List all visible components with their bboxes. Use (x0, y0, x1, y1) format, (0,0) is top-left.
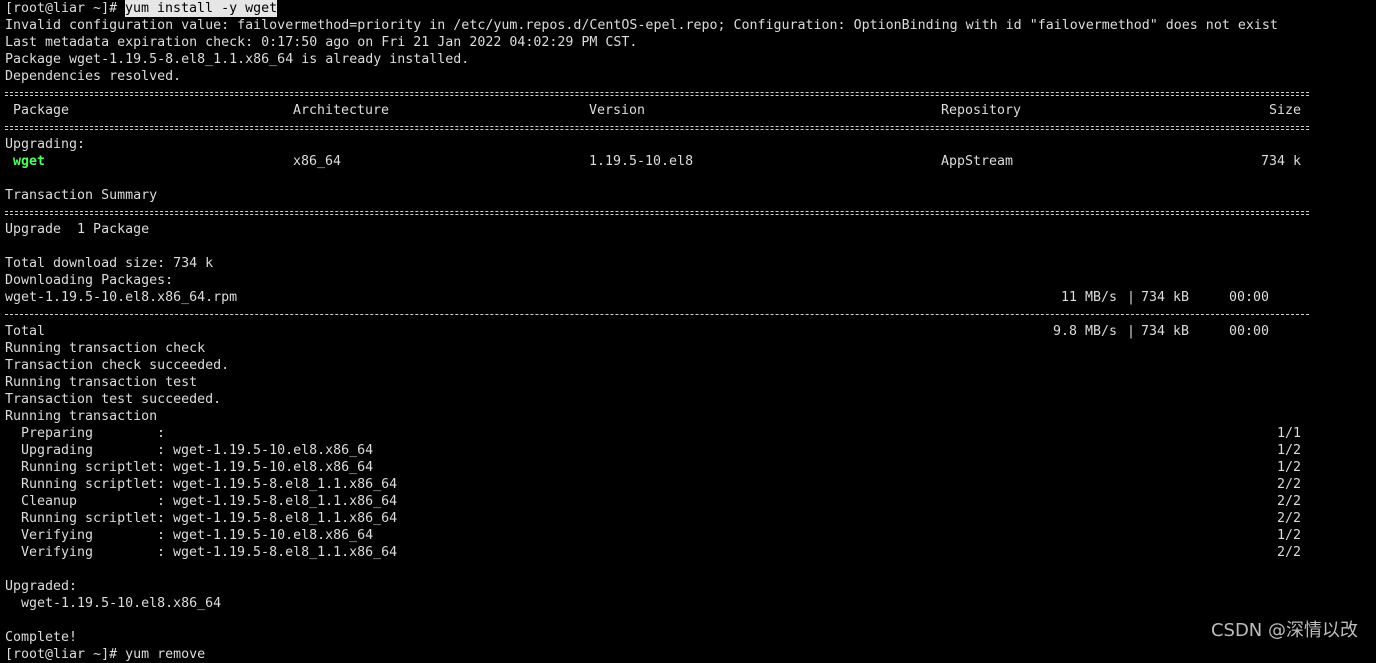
step-action: Cleanup (21, 494, 78, 509)
step-action: Running scriptlet (21, 477, 158, 492)
output-line: Transaction test succeeded. (5, 392, 222, 407)
double-separator (5, 119, 1371, 136)
double-separator (5, 204, 1371, 221)
transaction-step: Verifying : wget-1.19.5-10.el8.x86_64 1/… (5, 527, 1371, 544)
transaction-step: Running scriptlet : wget-1.19.5-8.el8_1.… (5, 510, 1371, 527)
complete-message: Complete! (5, 630, 78, 645)
step-target: wget-1.19.5-8.el8_1.1.x86_64 (173, 477, 398, 492)
total-pipe: | (1127, 324, 1136, 339)
next-command-line: [root@liar ~]# yum remove (5, 647, 206, 662)
total-time: 00:00 (1229, 324, 1270, 339)
package-name: wget (13, 154, 46, 169)
package-arch: x86_64 (293, 154, 342, 169)
package-repo: AppStream (941, 154, 1014, 169)
summary-title: Transaction Summary (5, 188, 158, 203)
step-colon: : (157, 477, 166, 492)
step-target: wget-1.19.5-8.el8_1.1.x86_64 (173, 545, 398, 560)
upgrade-count: Upgrade 1 Package (5, 222, 150, 237)
command-line: [root@liar ~]# yum install -y wget (5, 0, 1371, 17)
single-separator (5, 306, 1371, 323)
section-label: Upgrading: (5, 137, 86, 152)
upgraded-package: wget-1.19.5-10.el8.x86_64 (5, 596, 222, 611)
step-count: 2/2 (1277, 477, 1302, 492)
output-line: Running transaction (5, 409, 158, 424)
package-version: 1.19.5-10.el8 (589, 154, 694, 169)
total-download-size: Total download size: 734 k (5, 256, 214, 271)
step-colon: : (157, 426, 166, 441)
downloading-label: Downloading Packages: (5, 273, 174, 288)
total-speed: 9.8 MB/s (1053, 324, 1118, 339)
package-size: 734 k (1261, 154, 1302, 169)
command-text: yum install -y wget (125, 0, 278, 17)
step-count: 2/2 (1277, 545, 1302, 560)
double-separator (5, 85, 1371, 102)
output-line: Transaction check succeeded. (5, 358, 230, 373)
download-speed: 11 MB/s (1061, 290, 1118, 305)
output-line: Running transaction test (5, 375, 198, 390)
download-size: 734 kB (1141, 290, 1190, 305)
transaction-step: Verifying : wget-1.19.5-8.el8_1.1.x86_64… (5, 544, 1371, 561)
step-colon: : (157, 545, 166, 560)
step-colon: : (157, 528, 166, 543)
header-version: Version (589, 103, 646, 118)
step-target: wget-1.19.5-8.el8_1.1.x86_64 (173, 494, 398, 509)
step-count: 1/2 (1277, 460, 1302, 475)
step-target: wget-1.19.5-10.el8.x86_64 (173, 443, 374, 458)
upgraded-label: Upgraded: (5, 579, 78, 594)
output-line: Running transaction check (5, 341, 206, 356)
step-count: 1/2 (1277, 443, 1302, 458)
total-size: 734 kB (1141, 324, 1190, 339)
transaction-step: Running scriptlet : wget-1.19.5-10.el8.x… (5, 459, 1371, 476)
step-target: wget-1.19.5-10.el8.x86_64 (173, 460, 374, 475)
step-action: Preparing (21, 426, 94, 441)
step-count: 2/2 (1277, 511, 1302, 526)
shell-prompt: [root@liar ~]# (5, 1, 126, 16)
step-target: wget-1.19.5-10.el8.x86_64 (173, 528, 374, 543)
table-header-row: Package Architecture Version Repository … (5, 102, 1371, 119)
step-action: Running scriptlet (21, 460, 158, 475)
table-row: wget x86_64 1.19.5-10.el8 AppStream 734 … (5, 153, 1371, 170)
step-count: 2/2 (1277, 494, 1302, 509)
header-architecture: Architecture (293, 103, 390, 118)
step-colon: : (157, 460, 166, 475)
step-count: 1/2 (1277, 528, 1302, 543)
output-line: Package wget-1.19.5-8.el8_1.1.x86_64 is … (5, 52, 470, 67)
transaction-step: Cleanup : wget-1.19.5-8.el8_1.1.x86_64 2… (5, 493, 1371, 510)
header-package: Package (13, 103, 70, 118)
step-colon: : (157, 443, 166, 458)
total-label: Total (5, 324, 46, 339)
step-action: Upgrading (21, 443, 94, 458)
transaction-step: Preparing : 1/1 (5, 425, 1371, 442)
header-size: Size (1269, 103, 1302, 118)
header-repository: Repository (941, 103, 1022, 118)
transaction-step: Upgrading : wget-1.19.5-10.el8.x86_64 1/… (5, 442, 1371, 459)
transaction-step: Running scriptlet : wget-1.19.5-8.el8_1.… (5, 476, 1371, 493)
terminal-output[interactable]: [root@liar ~]# yum install -y wget Inval… (5, 0, 1371, 663)
download-pipe: | (1127, 290, 1136, 305)
download-row: wget-1.19.5-10.el8.x86_64.rpm 11 MB/s | … (5, 289, 1371, 306)
csdn-watermark: CSDN @深情以改 (1210, 620, 1358, 641)
output-line: Invalid configuration value: failovermet… (5, 18, 1278, 33)
step-action: Running scriptlet (21, 511, 158, 526)
download-time: 00:00 (1229, 290, 1270, 305)
output-line: Last metadata expiration check: 0:17:50 … (5, 35, 638, 50)
step-action: Verifying (21, 528, 94, 543)
step-action: Verifying (21, 545, 94, 560)
download-total-row: Total 9.8 MB/s | 734 kB 00:00 (5, 323, 1371, 340)
step-target: wget-1.19.5-8.el8_1.1.x86_64 (173, 511, 398, 526)
step-count: 1/1 (1277, 426, 1302, 441)
output-line: Dependencies resolved. (5, 69, 182, 84)
step-colon: : (157, 511, 166, 526)
download-file-name: wget-1.19.5-10.el8.x86_64.rpm (5, 290, 238, 305)
step-colon: : (157, 494, 166, 509)
